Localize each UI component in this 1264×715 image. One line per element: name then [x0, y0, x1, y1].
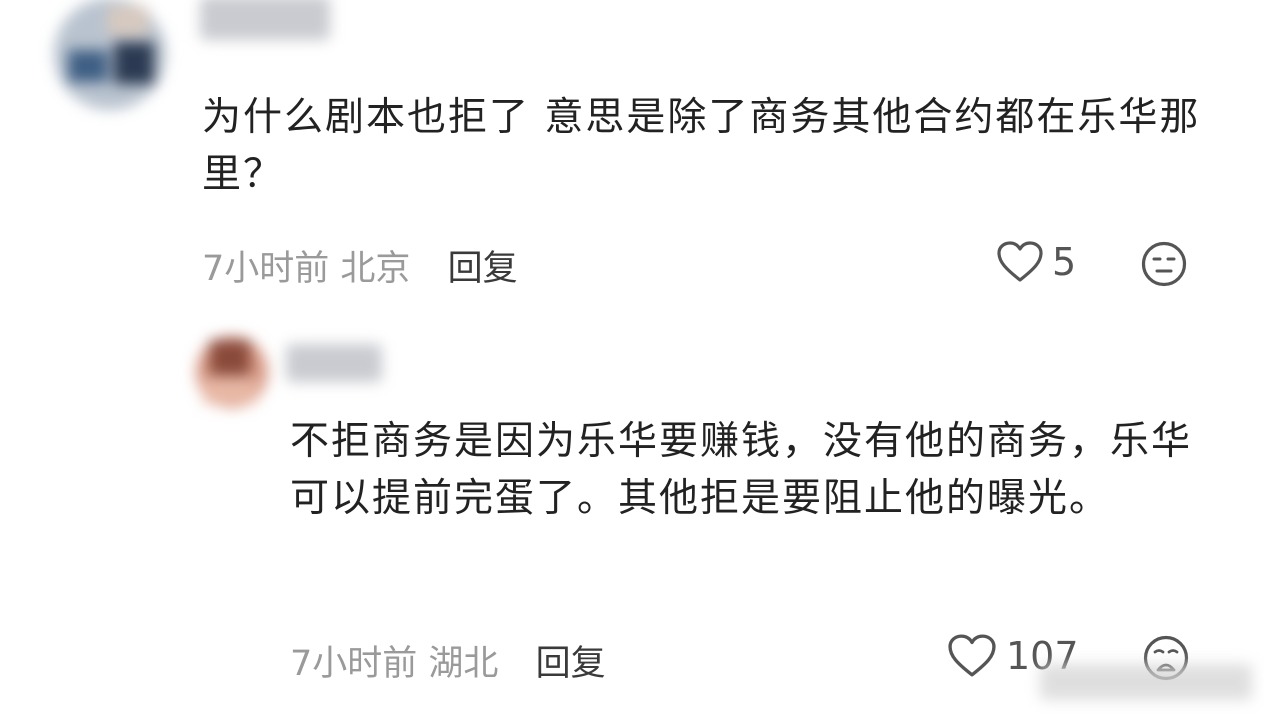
reply-button[interactable]: 回复	[536, 644, 606, 684]
comment-location: 湖北	[428, 644, 499, 684]
comment-text: 不拒商务是因为乐华要赚钱，没有他的商务，乐华可以提前完蛋了。其他拒是要阻止他的曝…	[290, 419, 1193, 521]
username-blurred[interactable]	[286, 344, 382, 382]
comment-time: 7小时前	[290, 644, 418, 684]
like-button[interactable]: 5	[996, 240, 1076, 284]
reply-button[interactable]: 回复	[448, 249, 518, 289]
comment-meta: 7小时前 北京 回复	[202, 240, 518, 291]
comment-location: 北京	[340, 249, 411, 289]
heart-icon	[948, 634, 996, 677]
neutral-face-icon	[1141, 241, 1187, 287]
comment-time: 7小时前	[202, 249, 330, 289]
like-count: 5	[1052, 240, 1077, 284]
watermark	[1040, 664, 1252, 700]
avatar[interactable]	[196, 336, 270, 408]
reaction-button[interactable]	[1140, 240, 1188, 292]
username-blurred[interactable]	[200, 0, 330, 40]
avatar[interactable]	[48, 0, 170, 116]
comment-text: 为什么剧本也拒了 意思是除了商务其他合约都在乐华那里？	[202, 95, 1201, 197]
comment-meta: 7小时前 湖北 回复	[290, 635, 606, 686]
heart-icon	[997, 241, 1043, 282]
